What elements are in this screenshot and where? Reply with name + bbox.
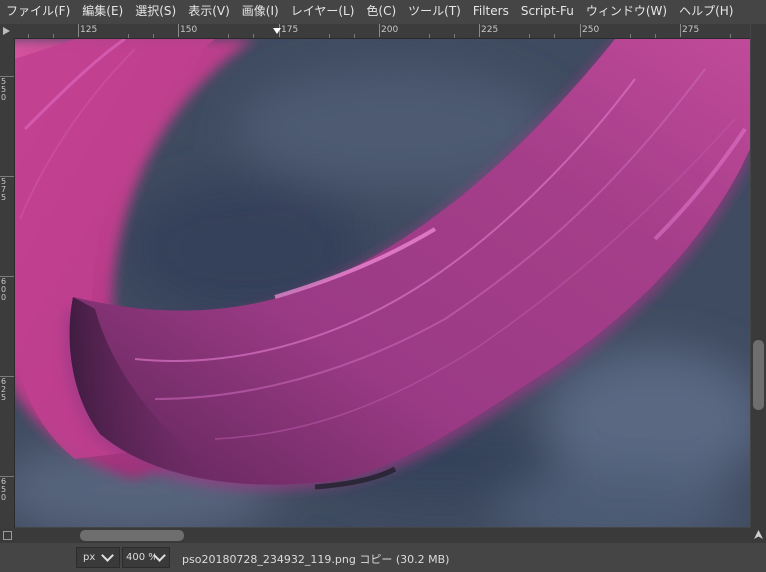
ruler-label: 275: [682, 25, 700, 35]
zoom-selector[interactable]: 400 %: [122, 547, 170, 568]
horizontal-scrollbar[interactable]: [14, 528, 751, 543]
menu-filters[interactable]: Filters: [467, 0, 515, 22]
menu-file[interactable]: ファイル(F): [0, 0, 76, 22]
zoom-selector-value: 400 %: [126, 552, 155, 563]
unit-selector[interactable]: px: [76, 547, 120, 568]
ruler-label: 125: [80, 25, 98, 35]
ruler-label: 150: [180, 25, 198, 35]
ruler-tick: [178, 24, 179, 37]
ruler-minor-tick: [228, 34, 229, 38]
vertical-scrollbar[interactable]: [751, 24, 766, 528]
quick-mask-icon: [3, 531, 12, 540]
ruler-tick: [379, 24, 380, 37]
chevron-down-icon: [101, 549, 114, 562]
menu-script-fu[interactable]: Script-Fu: [515, 0, 580, 22]
ruler-minor-tick: [354, 34, 355, 38]
vertical-ruler[interactable]: 550 575 600 625 650: [0, 38, 15, 528]
status-filename: pso20180728_234932_119.png コピー (30.2 MB): [182, 553, 450, 566]
image-canvas[interactable]: [15, 39, 750, 527]
ruler-minor-tick: [554, 34, 555, 38]
menu-edit[interactable]: 編集(E): [76, 0, 129, 22]
quick-mask-toggle[interactable]: [0, 528, 14, 543]
triangle-right-icon: [3, 27, 10, 35]
ruler-tick: [680, 24, 681, 37]
chevron-down-icon: [153, 549, 166, 562]
navigate-arrow-icon: [754, 530, 763, 539]
menu-view[interactable]: 表示(V): [182, 0, 236, 22]
pointer-position-marker: [273, 28, 281, 34]
menu-bar: ファイル(F) 編集(E) 選択(S) 表示(V) 画像(I) レイヤー(L) …: [0, 0, 766, 22]
vertical-scrollbar-thumb[interactable]: [753, 340, 764, 410]
ruler-minor-tick: [655, 34, 656, 38]
ruler-label: 175: [281, 25, 299, 35]
canvas-image: [15, 39, 750, 527]
menu-tools[interactable]: ツール(T): [402, 0, 467, 22]
menu-windows[interactable]: ウィンドウ(W): [580, 0, 673, 22]
ruler-minor-tick: [53, 34, 54, 38]
ruler-minor-tick: [730, 34, 731, 38]
menu-layer[interactable]: レイヤー(L): [285, 0, 361, 22]
ruler-label-vertical: 625: [1, 377, 7, 402]
ruler-tick: [479, 24, 480, 37]
ruler-label-vertical: 600: [1, 277, 7, 302]
menu-select[interactable]: 選択(S): [129, 0, 182, 22]
menu-colors[interactable]: 色(C): [360, 0, 402, 22]
ruler-corner-button[interactable]: [0, 24, 14, 38]
ruler-label: 250: [582, 25, 600, 35]
navigate-button[interactable]: [751, 528, 766, 543]
ruler-label-vertical: 575: [1, 177, 7, 202]
ruler-label-vertical: 550: [1, 77, 7, 102]
ruler-minor-tick: [329, 34, 330, 38]
menu-image[interactable]: 画像(I): [236, 0, 285, 22]
horizontal-ruler[interactable]: 125 150 175 200 225 250 275: [14, 24, 750, 39]
ruler-label: 225: [481, 25, 499, 35]
ruler-minor-tick: [253, 34, 254, 38]
ruler-minor-tick: [153, 34, 154, 38]
ruler-label-vertical: 650: [1, 477, 7, 502]
ruler-label: 200: [381, 25, 399, 35]
ruler-tick: [78, 24, 79, 37]
ruler-minor-tick: [128, 34, 129, 38]
ruler-minor-tick: [429, 34, 430, 38]
ruler-minor-tick: [454, 34, 455, 38]
unit-selector-value: px: [83, 552, 96, 563]
horizontal-scrollbar-thumb[interactable]: [80, 530, 184, 541]
ruler-tick: [580, 24, 581, 37]
status-bar: px 400 % pso20180728_234932_119.png コピー …: [0, 543, 766, 572]
ruler-minor-tick: [630, 34, 631, 38]
ruler-minor-tick: [529, 34, 530, 38]
menu-help[interactable]: ヘルプ(H): [673, 0, 739, 22]
ruler-minor-tick: [28, 34, 29, 38]
